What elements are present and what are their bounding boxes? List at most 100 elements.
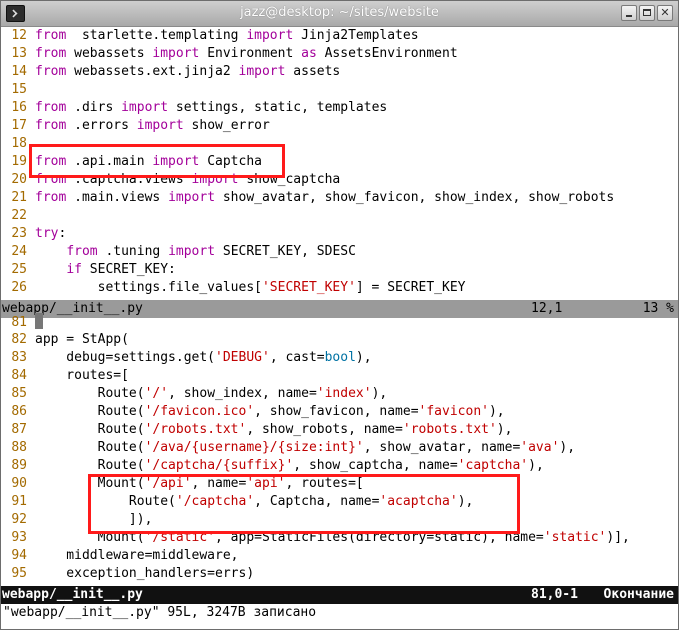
keyword-token: from bbox=[35, 172, 67, 187]
line-number: 20 bbox=[11, 172, 27, 187]
code-token: Route( bbox=[35, 458, 145, 473]
status-scroll-percent: Окончание bbox=[603, 587, 674, 602]
code-line[interactable]: 23 try: bbox=[1, 225, 678, 243]
code-line[interactable]: 95 exception_handlers=errs) bbox=[1, 565, 678, 583]
keyword-token: as bbox=[301, 46, 317, 61]
code-token: ), bbox=[488, 404, 505, 419]
line-number: 90 bbox=[11, 476, 27, 491]
string-token: '/captcha/{suffix}' bbox=[144, 458, 294, 473]
code-line[interactable]: 18 bbox=[1, 135, 678, 153]
line-number: 85 bbox=[11, 386, 27, 401]
code-line[interactable]: 17 from .errors import show_error bbox=[1, 117, 678, 135]
string-token: 'acaptcha' bbox=[379, 494, 458, 509]
code-line[interactable]: 13 from webassets import Environment as A… bbox=[1, 45, 678, 63]
code-line[interactable]: 84 routes=[ bbox=[1, 367, 678, 385]
string-token: '/favicon.ico' bbox=[144, 404, 255, 419]
line-number: 84 bbox=[11, 368, 27, 383]
close-button[interactable]: ✕ bbox=[657, 5, 673, 21]
code-token: settings.file_values[ bbox=[35, 280, 262, 295]
line-number: 15 bbox=[11, 82, 27, 97]
line-number: 94 bbox=[11, 548, 27, 563]
code-token: Jinja2Templates bbox=[293, 28, 419, 43]
code-token: webassets.ext.jinja2 bbox=[66, 64, 239, 79]
code-line[interactable]: 93 Mount('/static', app=StaticFiles(dire… bbox=[1, 529, 678, 547]
code-token: .captcha.views bbox=[66, 172, 192, 187]
keyword-token: import bbox=[152, 46, 200, 61]
code-line[interactable]: 14 from webassets.ext.jinja2 import asset… bbox=[1, 63, 678, 81]
string-token: 'index' bbox=[316, 386, 372, 401]
text-cursor bbox=[35, 313, 43, 329]
line-number: 83 bbox=[11, 350, 27, 365]
code-token: ), bbox=[457, 494, 474, 509]
code-token: webassets bbox=[66, 46, 153, 61]
line-number: 87 bbox=[11, 422, 27, 437]
code-line[interactable]: 91 Route('/captcha', Captcha, name='acap… bbox=[1, 493, 678, 511]
line-number: 23 bbox=[11, 226, 27, 241]
code-token: Route( bbox=[35, 404, 145, 419]
code-line[interactable]: 21 from .main.views import show_avatar, s… bbox=[1, 189, 678, 207]
window-title: jazz@desktop: ~/sites/website bbox=[240, 5, 439, 20]
code-token: ), bbox=[528, 458, 544, 473]
code-line[interactable]: 81 bbox=[1, 313, 678, 331]
code-token: settings, static, templates bbox=[168, 100, 388, 115]
code-line[interactable]: 90 Mount('/api', name='api', routes=[ bbox=[1, 475, 678, 493]
code-line[interactable]: 26 settings.file_values['SECRET_KEY'] = … bbox=[1, 279, 678, 297]
code-token: .main.views bbox=[66, 190, 169, 205]
maximize-button[interactable] bbox=[639, 5, 655, 21]
code-token: , show_index, name= bbox=[168, 386, 317, 401]
line-number: 95 bbox=[11, 566, 27, 581]
keyword-token: import bbox=[238, 64, 286, 79]
line-number: 91 bbox=[11, 494, 27, 509]
maximize-icon bbox=[643, 9, 651, 16]
keyword-token: import bbox=[168, 190, 216, 205]
code-token: SECRET_KEY: bbox=[81, 262, 176, 277]
code-line[interactable]: 24 from .tuning import SECRET_KEY, SDESC bbox=[1, 243, 678, 261]
code-token: Route( bbox=[35, 494, 176, 509]
minimize-button[interactable] bbox=[621, 5, 637, 21]
code-token: routes=[ bbox=[35, 368, 129, 383]
code-line[interactable]: 94 middleware=middleware, bbox=[1, 547, 678, 565]
code-line[interactable]: 82 app = StApp( bbox=[1, 331, 678, 349]
code-line[interactable]: 19 from .api.main import Captcha bbox=[1, 153, 678, 171]
line-number: 18 bbox=[11, 136, 27, 151]
code-token: , Captcha, name= bbox=[254, 494, 380, 509]
code-line[interactable]: 88 Route('/ava/{username}/{size:int}', s… bbox=[1, 439, 678, 457]
editor-pane-top[interactable]: 12 from starlette.templating import Jinja… bbox=[1, 27, 678, 301]
title-bar[interactable]: jazz@desktop: ~/sites/website ✕ bbox=[1, 1, 678, 27]
code-line[interactable]: 22 bbox=[1, 207, 678, 225]
status-line-bottom[interactable]: webapp/__init__.py 81,0-1 Окончание bbox=[1, 586, 678, 604]
code-line[interactable]: 12 from starlette.templating import Jinja… bbox=[1, 27, 678, 45]
code-line[interactable]: 83 debug=settings.get('DEBUG', cast=bool… bbox=[1, 349, 678, 367]
string-token: 'favicon' bbox=[418, 404, 489, 419]
keyword-token: import bbox=[152, 154, 200, 169]
code-token: : bbox=[58, 226, 67, 241]
code-token: , app=StaticFiles(directory=static), nam… bbox=[215, 530, 544, 545]
line-number: 24 bbox=[11, 244, 27, 259]
line-number: 82 bbox=[11, 332, 27, 347]
code-line[interactable]: 25 if SECRET_KEY: bbox=[1, 261, 678, 279]
code-line[interactable]: 16 from .dirs import settings, static, te… bbox=[1, 99, 678, 117]
code-line[interactable]: 86 Route('/favicon.ico', show_favicon, n… bbox=[1, 403, 678, 421]
keyword-token: from bbox=[35, 118, 67, 133]
code-line[interactable]: 85 Route('/', show_index, name='index'), bbox=[1, 385, 678, 403]
line-number: 88 bbox=[11, 440, 27, 455]
keyword-token: from bbox=[35, 64, 67, 79]
string-token: 'api' bbox=[246, 476, 286, 491]
line-number: 25 bbox=[11, 262, 27, 277]
command-line[interactable]: "webapp/__init__.py" 95L, 3247B записано bbox=[1, 604, 678, 622]
code-line[interactable]: 89 Route('/captcha/{suffix}', show_captc… bbox=[1, 457, 678, 475]
keyword-token: from bbox=[66, 244, 98, 259]
editor-pane-bottom[interactable]: 81 82 app = StApp(83 debug=settings.get('D… bbox=[1, 313, 678, 586]
code-line[interactable]: 87 Route('/robots.txt', show_robots, nam… bbox=[1, 421, 678, 439]
code-token: AssetsEnvironment bbox=[316, 46, 458, 61]
keyword-token: import bbox=[121, 100, 169, 115]
code-token: Mount( bbox=[35, 476, 145, 491]
code-token: Route( bbox=[35, 422, 145, 437]
code-token: , name= bbox=[191, 476, 247, 491]
keyword-token: from bbox=[35, 46, 67, 61]
code-line[interactable]: 20 from .captcha.views import show_captch… bbox=[1, 171, 678, 189]
code-token: Captcha bbox=[199, 154, 262, 169]
code-line[interactable]: 15 bbox=[1, 81, 678, 99]
code-line[interactable]: 92 ]), bbox=[1, 511, 678, 529]
